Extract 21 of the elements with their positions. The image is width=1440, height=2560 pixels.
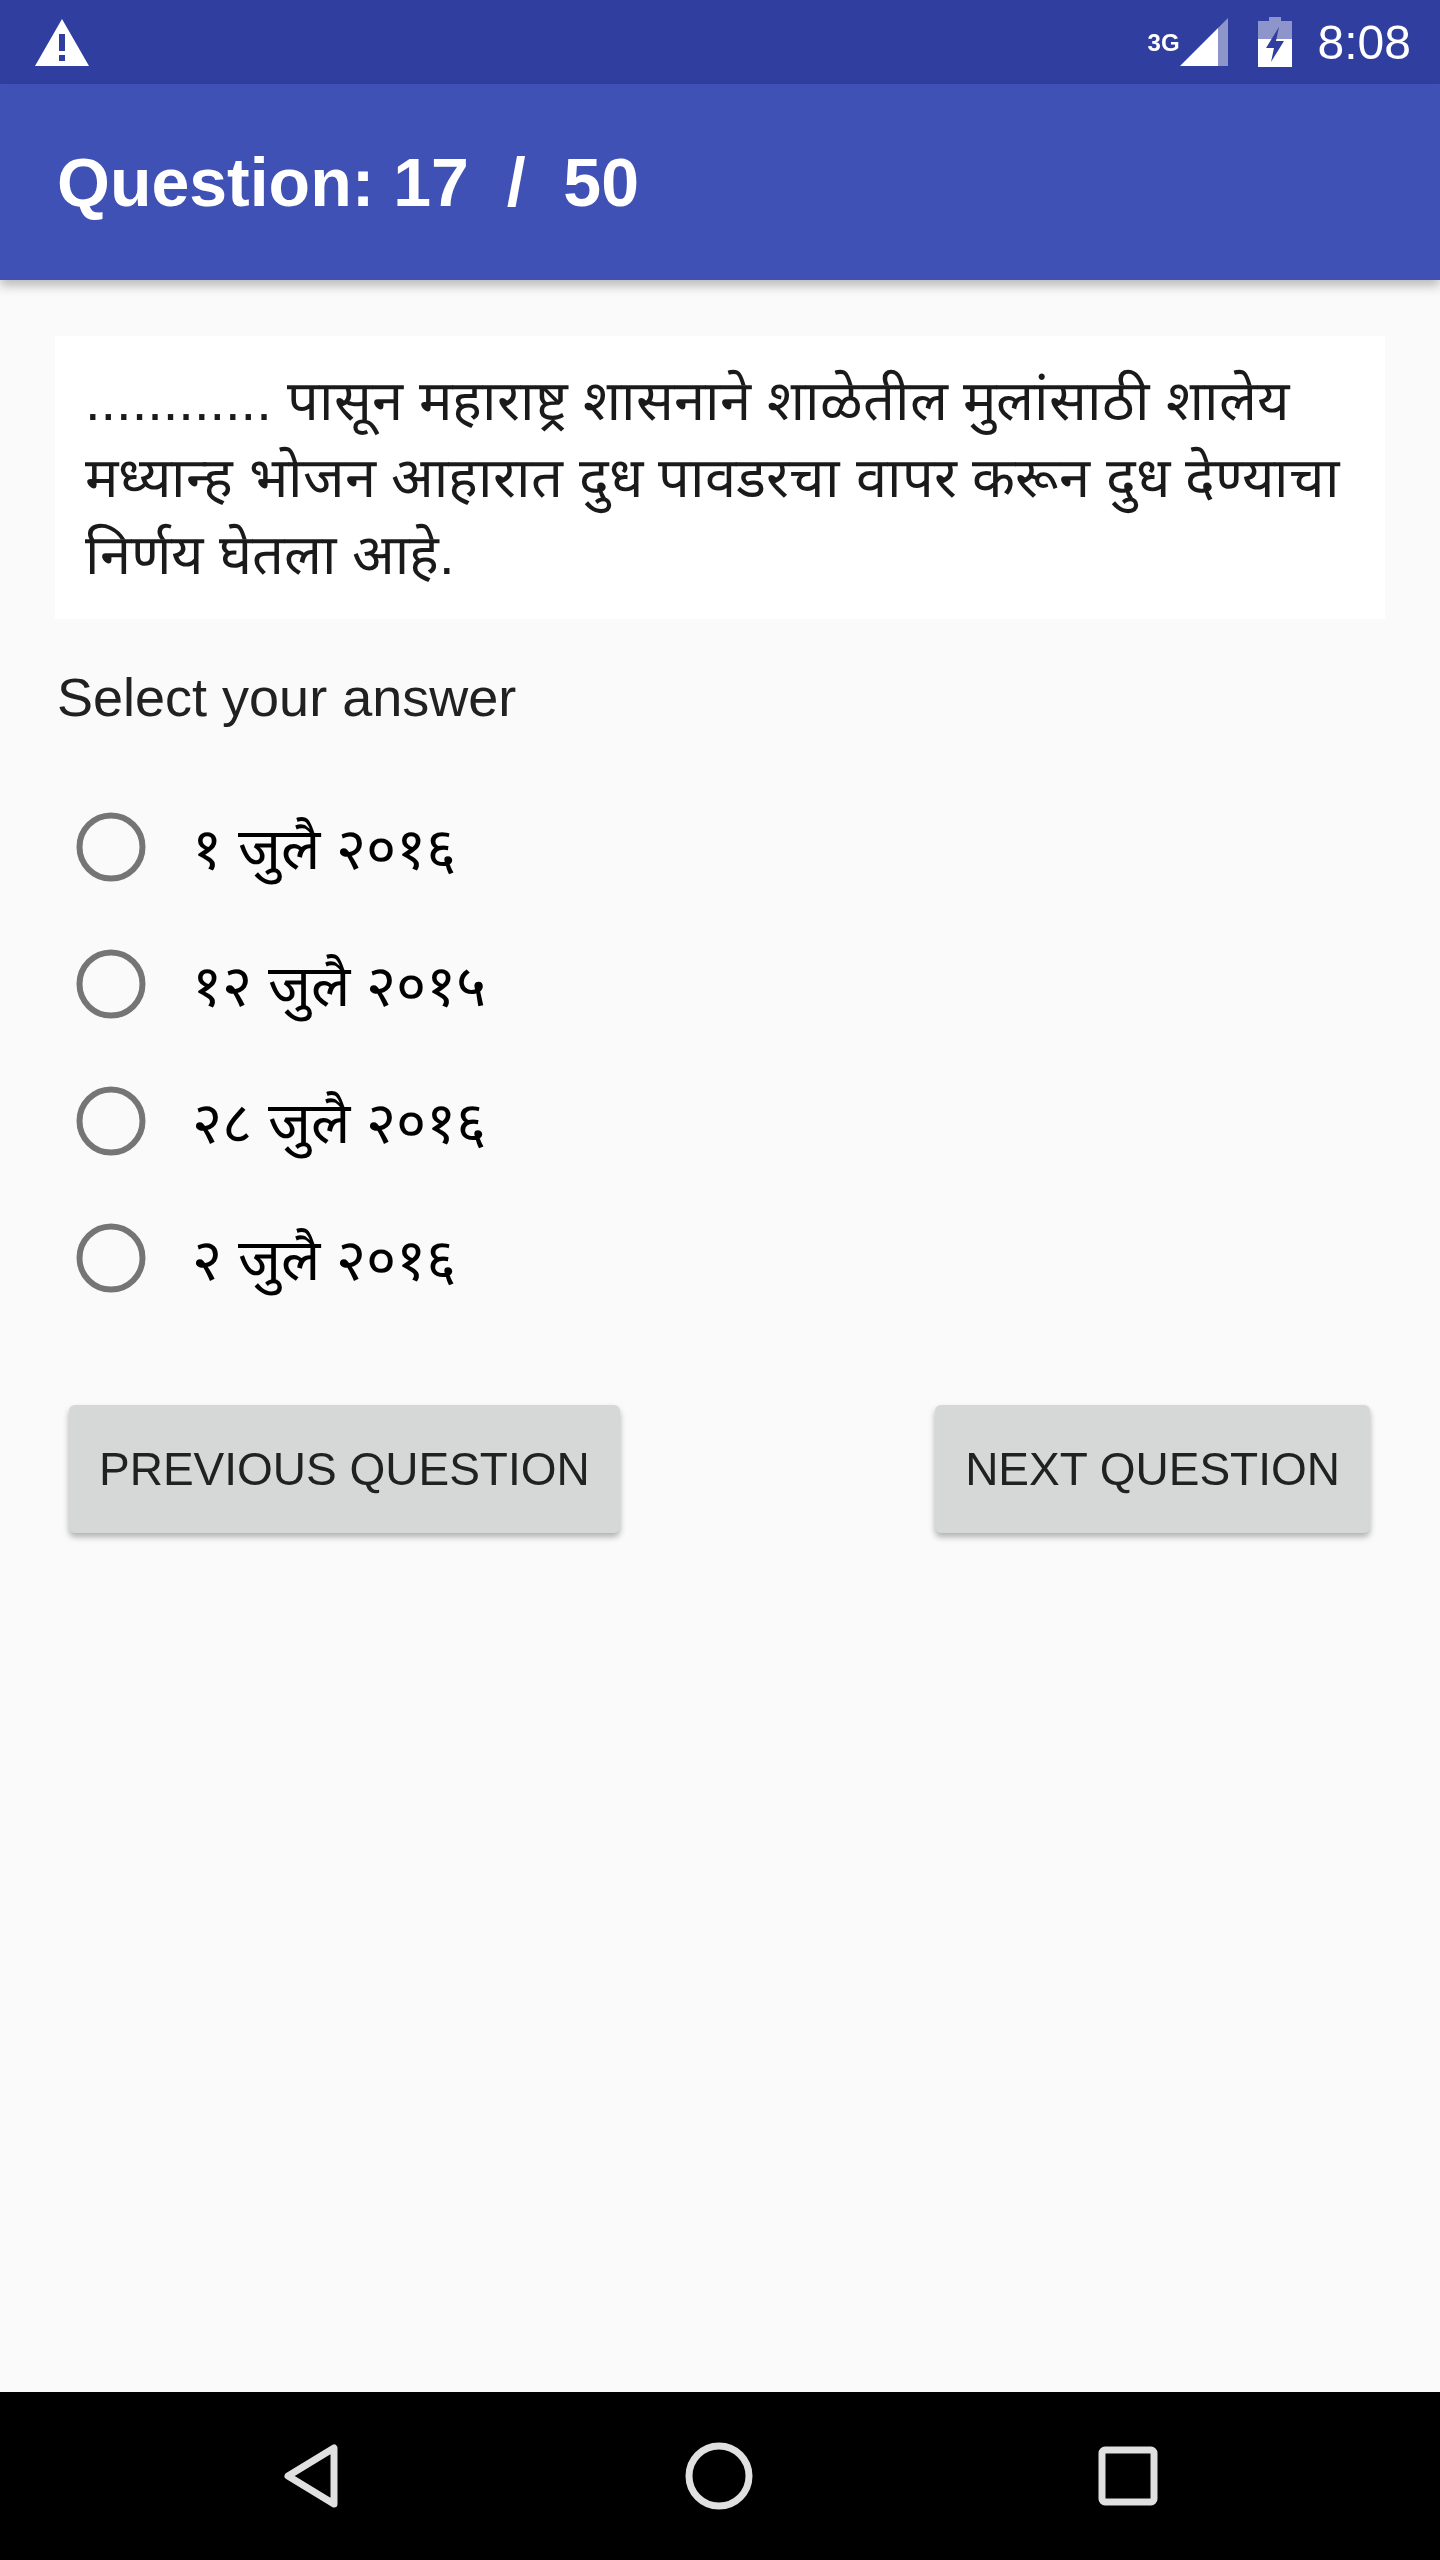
answer-option[interactable]: २ जुलै २०१६ xyxy=(55,1189,457,1326)
question-text: ............ पासून महाराष्ट्र शासनाने शाळेतील मुलांसाठी शालेय मध्यान्ह भोजन आहारात दुध पावडरचा वापर करून दुध देण्याचा निर्णय घेतला आहे. xyxy=(85,368,1342,588)
answer-option[interactable]: १२ जुलै २०१५ xyxy=(55,915,487,1052)
back-icon[interactable] xyxy=(282,2443,340,2509)
answer-option[interactable]: २८ जुलै २०१६ xyxy=(55,1052,487,1189)
home-icon[interactable] xyxy=(685,2442,753,2510)
recents-icon[interactable] xyxy=(1098,2446,1158,2506)
clock-time: 8:08 xyxy=(1317,14,1411,70)
network-type-label: 3G xyxy=(1147,30,1180,55)
radio-button-icon[interactable] xyxy=(76,811,146,882)
answer-option[interactable]: १ जुलै २०१६ xyxy=(55,778,457,915)
previous-question-button[interactable]: PREVIOUS QUESTION xyxy=(69,1405,620,1533)
battery-icon xyxy=(1257,17,1292,67)
warning-icon xyxy=(35,18,89,66)
app-bar-title: Question: 17 / 50 xyxy=(57,143,639,221)
prompt-text: Select your answer xyxy=(57,666,517,729)
signal-icon xyxy=(1179,18,1228,66)
radio-button-icon[interactable] xyxy=(76,1222,146,1293)
radio-button-icon[interactable] xyxy=(76,948,146,1019)
radio-button-icon[interactable] xyxy=(76,1085,146,1156)
next-question-button[interactable]: NEXT QUESTION xyxy=(935,1405,1370,1533)
